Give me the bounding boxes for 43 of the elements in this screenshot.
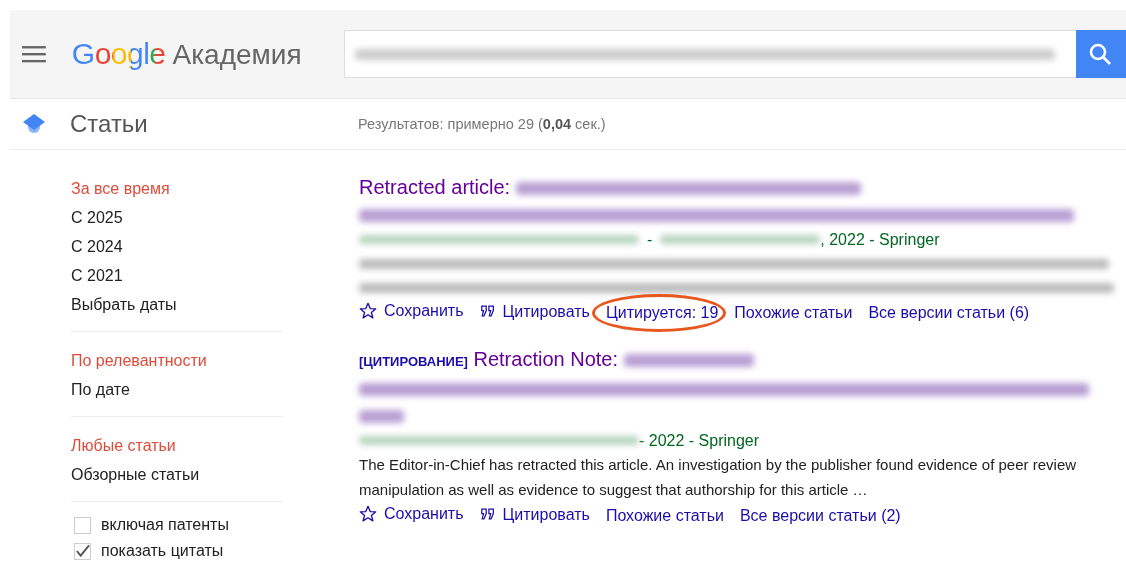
checkbox-label[interactable]: включая патенты: [101, 516, 229, 534]
menu-icon[interactable]: [22, 45, 46, 63]
result-link[interactable]: Все версии статьи (6): [868, 304, 1030, 322]
checkbox[interactable]: [74, 516, 91, 534]
cite-link[interactable]: Цитировать: [479, 505, 590, 524]
result-title-link[interactable]: Retracted article:: [359, 176, 511, 198]
cite-link[interactable]: Цитировать: [479, 302, 590, 321]
publication-info: , 2022 - Springer: [820, 230, 940, 250]
filter-link[interactable]: По дате: [71, 375, 283, 404]
result-link[interactable]: Похожие статьи: [605, 507, 724, 525]
search-button[interactable]: [1076, 30, 1126, 78]
citation-tag: [ЦИТИРОВАНИЕ]: [359, 354, 468, 369]
quote-icon: [479, 304, 496, 320]
result-link[interactable]: Похожие статьи: [734, 304, 853, 322]
star-icon: [359, 302, 377, 320]
graduation-cap-icon: [22, 112, 46, 136]
quote-icon: [479, 507, 496, 523]
star-icon: [359, 505, 377, 523]
filter-link[interactable]: С 2024: [71, 232, 283, 261]
product-name: Академия: [172, 39, 302, 71]
filter-link[interactable]: С 2025: [71, 203, 283, 232]
meta-separator: -: [647, 230, 653, 250]
publication-info: - 2022 - Springer: [639, 431, 760, 451]
result-link[interactable]: Цитируется: 19: [605, 304, 719, 322]
section-title[interactable]: Статьи: [70, 110, 148, 138]
checkbox-label[interactable]: показать цитаты: [101, 542, 224, 560]
checkbox[interactable]: [74, 542, 91, 560]
blurred-text: [359, 410, 404, 424]
check-icon: [75, 543, 90, 559]
filter-link[interactable]: За все время: [71, 174, 283, 203]
filter-link[interactable]: Выбрать даты: [71, 290, 283, 319]
result-title-link[interactable]: Retraction Note:: [473, 348, 618, 370]
search-icon: [1088, 42, 1113, 66]
filter-link[interactable]: По релевантности: [71, 346, 283, 375]
filter-link[interactable]: Любые статьи: [71, 431, 283, 460]
result-link[interactable]: Все версии статьи (2): [739, 507, 901, 525]
filter-link[interactable]: С 2021: [71, 261, 283, 290]
save-link[interactable]: Сохранить: [359, 302, 464, 320]
results-count: Результатов: примерно 29 (0,04 сек.): [358, 116, 606, 132]
filter-link[interactable]: Обзорные статьи: [71, 460, 283, 489]
save-link[interactable]: Сохранить: [359, 505, 464, 523]
search-field[interactable]: [344, 30, 1077, 78]
result-snippet: The Editor-in-Chief has retracted this article. An investigation by the publisher found evidence of peer review manipulation as well as evidence to suggest that authorship for this article …: [359, 455, 1078, 500]
